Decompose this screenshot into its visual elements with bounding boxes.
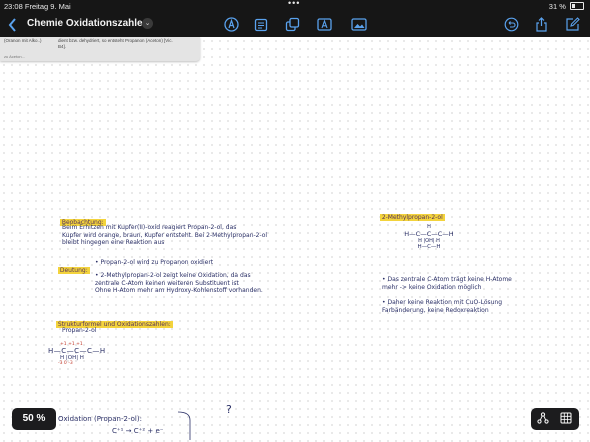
battery-percent: 31 % bbox=[548, 1, 566, 11]
status-bar: 23:08 Freitag 9. Mai ••• 31 % bbox=[0, 0, 590, 12]
battery-indicator: 31 % bbox=[548, 1, 584, 11]
bracket-stroke bbox=[177, 411, 191, 440]
deutung-point-1: • Propan-2-ol wird zu Propanon oxidiert bbox=[95, 259, 214, 266]
image-tool-button[interactable] bbox=[350, 16, 368, 33]
photo-right-text: dient bzw. dehydriert, so entsteht Propa… bbox=[58, 38, 173, 49]
nodes-button[interactable] bbox=[536, 412, 550, 426]
title-menu-button[interactable]: ⌄ bbox=[142, 18, 153, 29]
share-button[interactable] bbox=[532, 16, 550, 33]
pen-tool-button[interactable] bbox=[222, 16, 240, 33]
pen-circle-icon bbox=[223, 17, 239, 32]
deutung-point-1-text: Propan-2-ol wird zu Propanon oxidiert bbox=[100, 259, 214, 266]
propan-ox-numbers: -3 0 -3 bbox=[58, 361, 73, 366]
compose-icon bbox=[565, 17, 580, 31]
text-tool-button[interactable] bbox=[315, 16, 333, 33]
question-mark: ? bbox=[226, 403, 232, 416]
bottom-right-controls bbox=[531, 408, 579, 430]
methyl-bottom: H—C—H bbox=[417, 244, 441, 250]
photo-left-text: (Oranon mit Alko..) bbox=[4, 38, 42, 43]
strukturformel-heading: Strukturformel und Oxidationszahlen: bbox=[52, 313, 173, 328]
methyl-heading: 2-Methylpropan-2-ol bbox=[376, 206, 445, 221]
propan-structure: +1 +1 +1 H—C—C—C—H H |OH| H -3 0 -3 bbox=[48, 342, 106, 366]
deutung-point-2: • 2-Methylpropan-2-ol zeigt keine Oxidat… bbox=[95, 272, 263, 294]
share-icon bbox=[535, 17, 547, 32]
beobachtung-text: Beim Erhitzen mit Kupfer(II)-oxid reagie… bbox=[62, 224, 268, 246]
compose-button[interactable] bbox=[563, 16, 581, 33]
image-icon bbox=[351, 18, 367, 31]
eq-right: C⁺² + e⁻ bbox=[133, 427, 164, 435]
methyl-highlight: 2-Methylpropan-2-ol bbox=[379, 213, 445, 221]
chevron-down-icon: ⌄ bbox=[144, 20, 151, 27]
page-grid-button[interactable] bbox=[559, 412, 573, 426]
photo-bottom-text: zu Aceton... bbox=[4, 54, 25, 59]
battery-icon bbox=[570, 1, 584, 10]
methyl-structure: H H—C—C—C—H H |OH| H H—C—H bbox=[394, 224, 464, 250]
deutung-point-2-text: 2-Methylpropan-2-ol zeigt keine Oxidatio… bbox=[95, 272, 263, 294]
status-time: 23:08 bbox=[4, 1, 23, 11]
bottom-equation: C⁺¹ → C⁺² + e⁻ bbox=[112, 427, 164, 436]
bottom-oxidation-label: Oxidation (Propan-2-ol): bbox=[58, 415, 142, 423]
undo-button[interactable] bbox=[502, 16, 520, 33]
notes-icon bbox=[254, 18, 268, 31]
status-time-date: 23:08 Freitag 9. Mai bbox=[4, 2, 71, 11]
top-toolbar: Chemie Oxidationszahlen ⌄ bbox=[0, 12, 590, 37]
right-point-1-text: Das zentrale C-Atom trägt keine H-Atome … bbox=[382, 276, 512, 291]
eq-left: C⁺¹ bbox=[112, 427, 124, 435]
propan-label: Propan-2-ol bbox=[62, 327, 97, 334]
right-point-1: • Das zentrale C-Atom trägt keine H-Atom… bbox=[382, 276, 512, 291]
right-point-2: • Daher keine Reaktion mit CuO-Lösung Fa… bbox=[382, 299, 503, 314]
chevron-left-icon bbox=[8, 17, 16, 32]
eq-arrow: → bbox=[125, 427, 132, 435]
deutung-highlight: Deutung: bbox=[57, 266, 90, 274]
shapes-icon bbox=[285, 17, 299, 32]
right-point-2-text: Daher keine Reaktion mit CuO-Lösung Farb… bbox=[382, 299, 503, 314]
pasted-photo[interactable]: (Oranon mit Alko..) dient bzw. dehydrier… bbox=[0, 37, 200, 61]
undo-icon bbox=[504, 17, 518, 32]
methyl-chain: H—C—C—C—H bbox=[404, 230, 454, 238]
nodes-icon bbox=[537, 412, 549, 424]
page-grid-icon bbox=[560, 412, 572, 424]
multitask-dots[interactable]: ••• bbox=[288, 0, 300, 8]
text-box-icon bbox=[316, 18, 332, 31]
back-button[interactable] bbox=[3, 16, 21, 33]
deutung-heading: Deutung: bbox=[54, 259, 90, 274]
status-date: Freitag 9. Mai bbox=[24, 1, 71, 11]
zoom-indicator[interactable]: 50 % bbox=[12, 408, 56, 430]
document-title[interactable]: Chemie Oxidationszahlen bbox=[27, 18, 149, 29]
shapes-tool-button[interactable] bbox=[283, 16, 301, 33]
notes-tool-button[interactable] bbox=[252, 16, 270, 33]
propan-chain: H—C—C—C—H bbox=[48, 347, 106, 355]
